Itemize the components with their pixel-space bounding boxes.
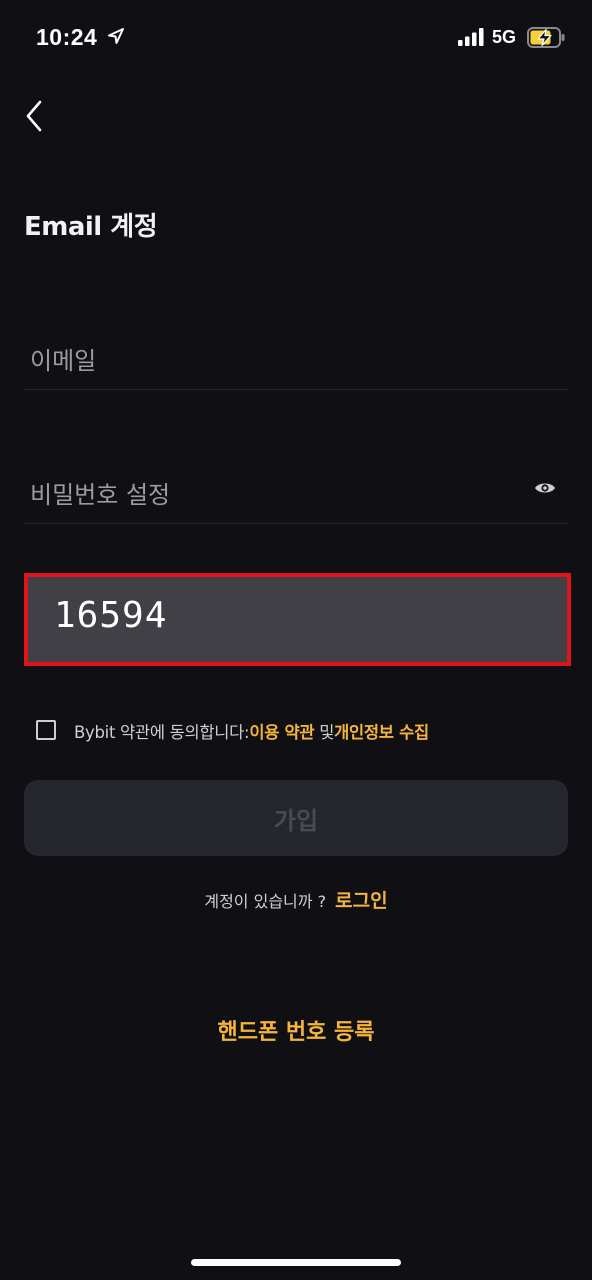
terms-prefix: Bybit 약관에 동의합니다: [74, 723, 250, 742]
phone-signup-link[interactable]: 핸드폰 번호 등록 [0, 1014, 592, 1046]
home-indicator [191, 1259, 401, 1266]
verification-code-box[interactable]: 16594 [24, 573, 571, 666]
chevron-left-icon [26, 100, 42, 132]
terms-agreement-row: Bybit 약관에 동의합니다:이용 약관 및개인정보 수집 [34, 716, 574, 744]
terms-checkbox[interactable] [36, 720, 56, 740]
signup-button[interactable]: 가입 [24, 780, 568, 856]
eye-icon[interactable] [534, 480, 556, 496]
page-title: Email 계정 [24, 212, 158, 242]
verification-code-value: 16594 [54, 595, 168, 636]
password-input[interactable] [30, 468, 510, 522]
terms-joiner: 및 [319, 723, 335, 742]
network-type: 5G [492, 27, 517, 47]
email-input[interactable] [30, 334, 510, 388]
terms-of-use-link[interactable]: 이용 약관 [249, 723, 314, 742]
status-time: 10:24 [36, 24, 98, 50]
back-button[interactable] [22, 96, 54, 136]
battery-charging-icon [527, 27, 565, 48]
login-prompt: 계정이 있습니까 ? 로그인 [0, 886, 592, 913]
login-link[interactable]: 로그인 [335, 890, 387, 912]
privacy-policy-link[interactable]: 개인정보 수집 [334, 723, 429, 742]
location-arrow-icon [108, 28, 124, 44]
login-question: 계정이 있습니까 ? [204, 892, 327, 911]
signal-bars-icon [458, 28, 484, 46]
terms-agreement-text: Bybit 약관에 동의합니다:이용 약관 및개인정보 수집 [74, 719, 429, 743]
signup-screen: 10:24 5G Email 계정 이메일 16594 Bybit 약관에 동의… [0, 0, 592, 1280]
email-field-wrapper [24, 334, 568, 390]
password-field-wrapper [24, 468, 568, 524]
